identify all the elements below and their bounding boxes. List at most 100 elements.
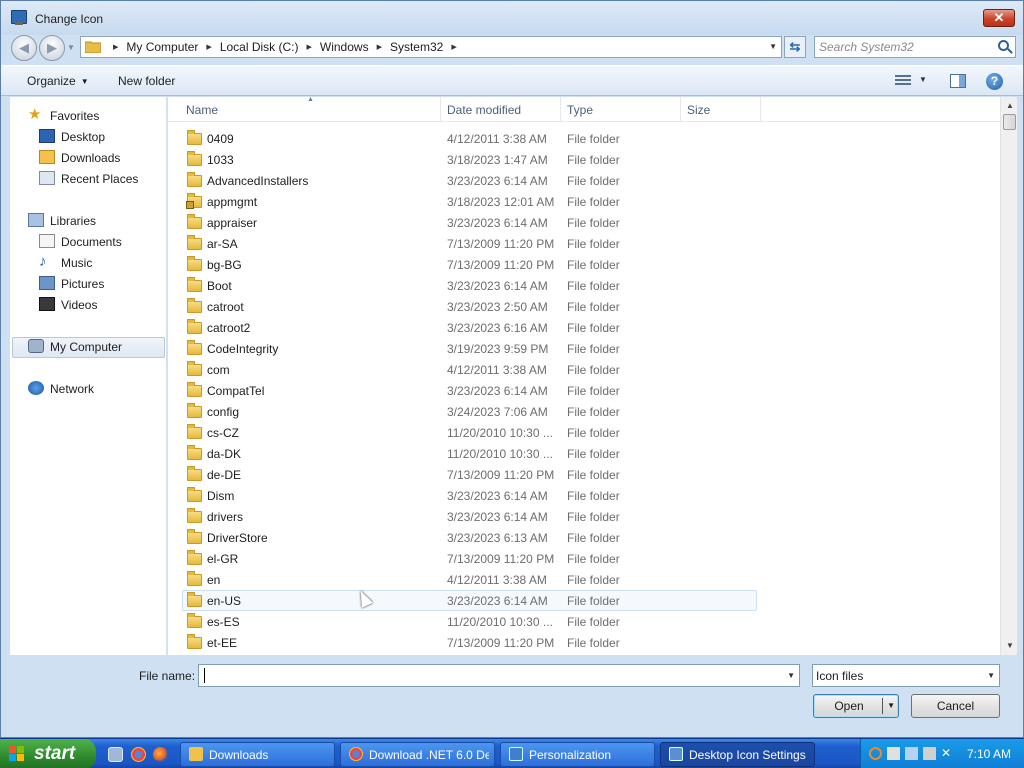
table-row[interactable]: config 3/24/2023 7:06 AM File folder [182,401,757,422]
chevron-right-icon[interactable]: ▶ [307,43,312,51]
organize-button[interactable]: Organize ▼ [27,74,89,88]
table-row[interactable]: DriverStore 3/23/2023 6:13 AM File folder [182,527,757,548]
start-label: start [34,743,76,764]
file-name: CompatTel [207,384,265,398]
breadcrumb-system32[interactable]: System32 [390,40,443,54]
file-name-input[interactable] [203,668,773,683]
table-row[interactable]: 1033 3/18/2023 1:47 AM File folder [182,149,757,170]
table-row[interactable]: en-US 3/23/2023 6:14 AM File folder [182,590,757,611]
windows-flag-icon [9,746,25,762]
taskbar-item-personalization[interactable]: Personalization [500,742,655,767]
taskbar-item-chrome[interactable]: Download .NET 6.0 De... [340,742,495,767]
breadcrumb-my-computer[interactable]: My Computer [126,40,198,54]
table-row[interactable]: Boot 3/23/2023 6:14 AM File folder [182,275,757,296]
column-type[interactable]: Type [567,103,593,117]
taskbar-item-desktop-icon-settings[interactable]: Desktop Icon Settings [660,742,815,767]
table-row[interactable]: da-DK 11/20/2010 10:30 ... File folder [182,443,757,464]
start-button[interactable]: start [0,739,96,768]
table-row[interactable]: el-GR 7/13/2009 11:20 PM File folder [182,548,757,569]
chevron-down-icon[interactable]: ▼ [919,75,927,84]
clock[interactable]: 7:10 AM [967,747,1011,761]
cancel-button[interactable]: Cancel [911,694,1000,718]
table-row[interactable]: es-ES 11/20/2010 10:30 ... File folder [182,611,757,632]
table-row[interactable]: Dism 3/23/2023 6:14 AM File folder [182,485,757,506]
open-button[interactable]: Open ▼ [813,694,899,718]
table-row[interactable]: CompatTel 3/23/2023 6:14 AM File folder [182,380,757,401]
table-row[interactable]: 0409 4/12/2011 3:38 AM File folder [182,128,757,149]
file-list: ▲ Name Date modified Type Size 0409 4/12/… [168,96,1000,655]
column-divider[interactable] [440,97,441,121]
file-name: com [207,363,230,377]
security-icon[interactable] [887,747,900,760]
table-row[interactable]: en 4/12/2011 3:38 AM File folder [182,569,757,590]
chrome-icon[interactable] [131,747,146,762]
address-bar[interactable]: ▶ My Computer ▶ Local Disk (C:) ▶ Windows ▶ Sys… [80,36,782,58]
forward-button[interactable]: ▶ [39,35,65,61]
table-row[interactable]: ar-SA 7/13/2009 11:20 PM File folder [182,233,757,254]
firefox-icon[interactable] [153,747,168,762]
scroll-down-icon[interactable]: ▼ [1006,641,1014,650]
chevron-down-icon[interactable]: ▼ [769,42,777,51]
search-icon[interactable] [869,747,882,760]
vertical-scrollbar[interactable]: ▲ ▼ [1000,97,1017,655]
chevron-right-icon[interactable]: ▶ [451,43,456,51]
column-divider[interactable] [560,97,561,121]
table-row[interactable]: bg-BG 7/13/2009 11:20 PM File folder [182,254,757,275]
column-size[interactable]: Size [687,103,710,117]
chevron-right-icon[interactable]: ▶ [206,43,211,51]
recent-pages-dropdown[interactable]: ▼ [67,43,75,52]
table-row[interactable]: com 4/12/2011 3:38 AM File folder [182,359,757,380]
taskbar-item-downloads[interactable]: Downloads [180,742,335,767]
file-type: File folder [567,174,620,188]
command-bar: Organize ▼ New folder ▼ ? [1,65,1023,96]
search-input[interactable] [819,39,989,55]
views-icon[interactable] [895,75,911,87]
table-row[interactable]: catroot2 3/23/2023 6:16 AM File folder [182,317,757,338]
column-name[interactable]: Name [186,103,218,117]
navigation-pane: ★ Favorites Desktop Downloads Recent Pla… [10,97,167,655]
back-button[interactable]: ◀ [11,35,37,61]
search-box[interactable] [814,36,1016,58]
file-name: AdvancedInstallers [207,174,309,188]
breadcrumb-local-disk[interactable]: Local Disk (C:) [220,40,299,54]
column-divider[interactable] [680,97,681,121]
file-name: da-DK [207,447,242,461]
volume-muted-icon[interactable]: ✕ [941,747,954,760]
column-divider[interactable] [760,97,761,121]
chevron-down-icon[interactable]: ▼ [987,671,995,680]
table-row[interactable]: catroot 3/23/2023 2:50 AM File folder [182,296,757,317]
chevron-down-icon[interactable]: ▼ [787,671,795,680]
help-icon[interactable]: ? [986,73,1003,90]
file-type: File folder [567,573,620,587]
monitor-icon[interactable] [905,747,918,760]
scroll-up-icon[interactable]: ▲ [1006,101,1014,110]
breadcrumb-windows[interactable]: Windows [320,40,369,54]
show-desktop-icon[interactable] [108,747,123,762]
close-button[interactable]: ✕ [983,9,1015,27]
file-type-select[interactable]: Icon files ▼ [812,664,1000,687]
table-row[interactable]: et-EE 7/13/2009 11:20 PM File folder [182,632,757,653]
chevron-down-icon[interactable]: ▼ [887,695,895,717]
file-type: File folder [567,321,620,335]
file-date-modified: 4/12/2011 3:38 AM [447,132,547,146]
title-bar[interactable]: Change Icon ✕ [1,1,1023,35]
file-name-combobox[interactable]: ▼ [198,664,800,687]
table-row[interactable]: appmgmt 3/18/2023 12:01 AM File folder [182,191,757,212]
scroll-thumb[interactable] [1003,114,1016,130]
network-icon[interactable] [923,747,936,760]
table-row[interactable]: AdvancedInstallers 3/23/2023 6:14 AM File … [182,170,757,191]
table-row[interactable]: appraiser 3/23/2023 6:14 AM File folder [182,212,757,233]
table-row[interactable]: de-DE 7/13/2009 11:20 PM File folder [182,464,757,485]
chevron-right-icon[interactable]: ▶ [113,43,118,51]
refresh-button[interactable]: ⇆ [784,36,806,58]
new-folder-button[interactable]: New folder [118,74,175,88]
table-row[interactable]: drivers 3/23/2023 6:14 AM File folder [182,506,757,527]
preview-pane-icon[interactable] [950,74,966,88]
chevron-right-icon[interactable]: ▶ [377,43,382,51]
music-icon: ♪ [39,253,47,270]
table-row[interactable]: CodeIntegrity 3/19/2023 9:59 PM File folde… [182,338,757,359]
search-icon[interactable] [998,40,1009,51]
table-row[interactable]: cs-CZ 11/20/2010 10:30 ... File folder [182,422,757,443]
file-name: bg-BG [207,258,242,272]
column-date-modified[interactable]: Date modified [447,103,521,117]
